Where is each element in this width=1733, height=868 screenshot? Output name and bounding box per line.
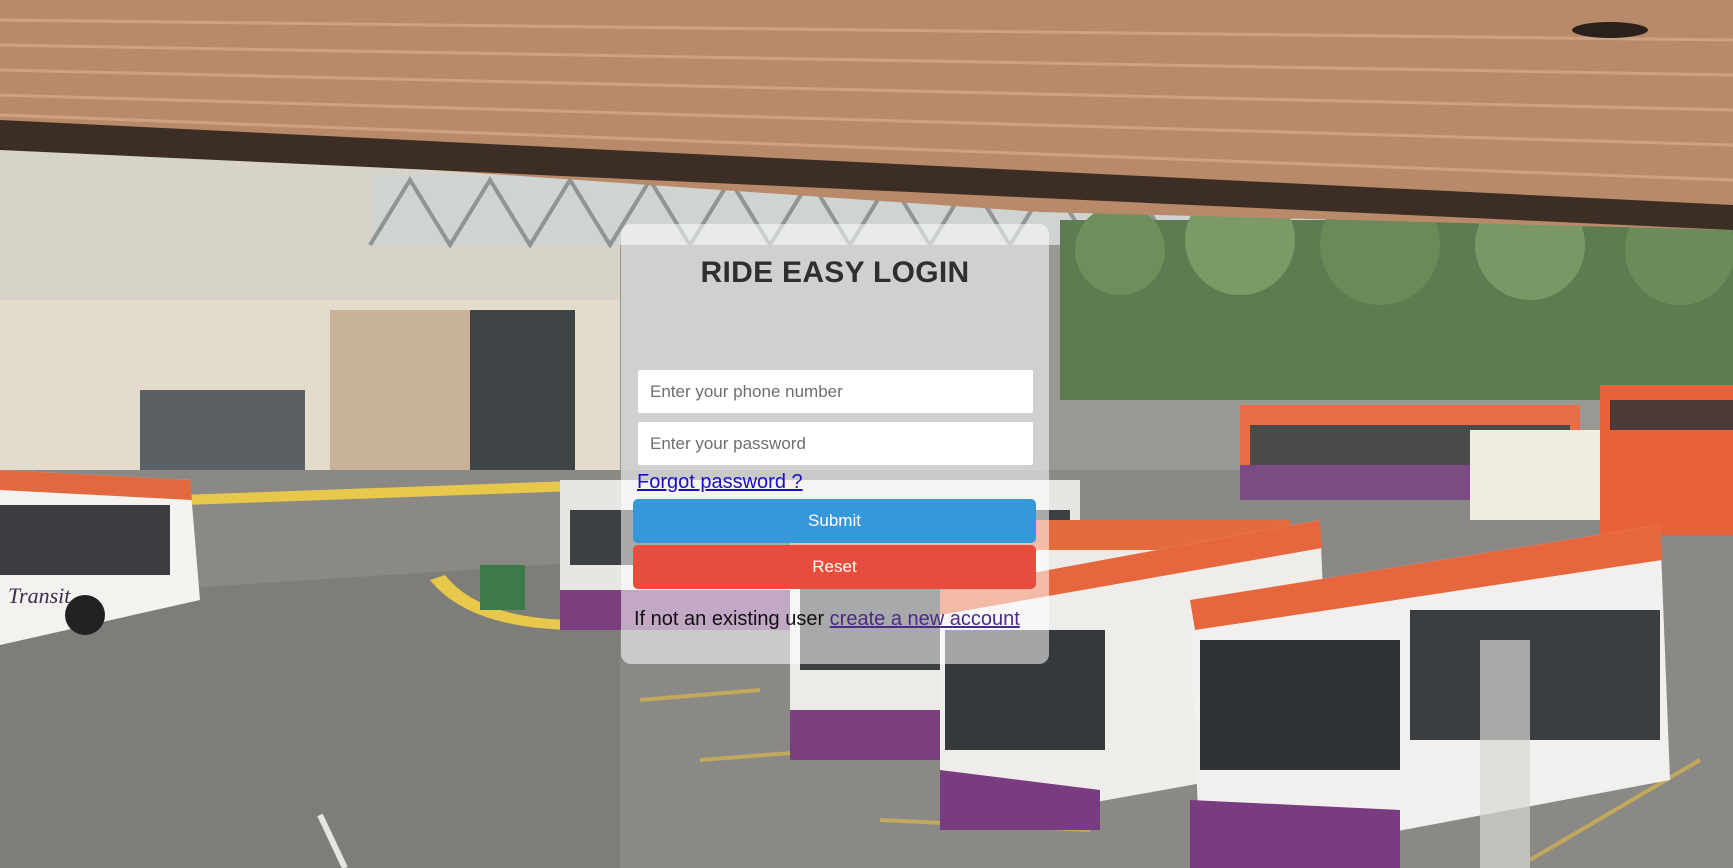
create-account-link[interactable]: create a new account [830,608,1020,630]
signup-prompt-text: If not an existing user [634,608,830,630]
reset-button[interactable]: Reset [633,545,1036,589]
page-title: RIDE EASY LOGIN [700,256,970,289]
svg-text:Transit: Transit [8,583,71,608]
password-input[interactable] [637,421,1034,466]
signup-prompt: If not an existing user create a new acc… [634,608,1020,631]
submit-button[interactable]: Submit [633,499,1036,543]
forgot-password-link[interactable]: Forgot password ? [637,471,803,494]
login-card: RIDE EASY LOGIN Forgot password ? Submit… [621,224,1049,664]
phone-input[interactable] [637,369,1034,414]
